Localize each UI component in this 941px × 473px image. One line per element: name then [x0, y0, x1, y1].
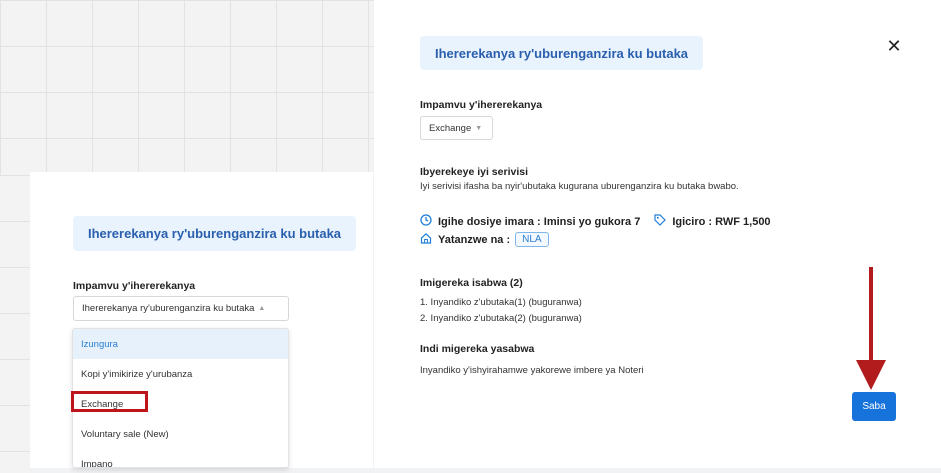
option-kopi[interactable]: Kopi y'imikirize y'urubanza	[73, 359, 288, 389]
approved-row: Yatanzwe na : NLA	[420, 232, 549, 247]
chevron-down-icon: ▼	[475, 124, 483, 132]
approved-label: Yatanzwe na :	[438, 233, 511, 246]
panel-title: Ihererekanya ry'uburenganzira ku butaka	[420, 36, 703, 70]
background-grid	[0, 0, 380, 175]
annotation-arrow-shaft	[869, 267, 873, 361]
reason-select-value: Exchange	[429, 122, 472, 134]
option-impano[interactable]: Impano	[73, 449, 288, 468]
annotation-arrow-icon	[856, 360, 886, 390]
price-text: Igiciro : RWF 1,500	[672, 215, 771, 228]
required-docs-label: Imigereka isabwa (2)	[420, 277, 523, 289]
description-label: Ibyerekeye iyi serivisi	[420, 166, 528, 178]
home-icon	[420, 232, 432, 247]
duration-text: Igihe dosiye imara : Iminsi yo gukora 7	[438, 215, 641, 228]
chevron-up-icon: ▲	[258, 305, 266, 312]
reason-label: Impamvu y'ihererekanya	[420, 99, 543, 111]
close-icon[interactable]: ✕	[884, 36, 904, 56]
other-docs-label: Indi migereka yasabwa	[420, 343, 535, 355]
submit-button[interactable]: Saba	[852, 392, 896, 421]
background-grid-left	[0, 175, 30, 473]
other-docs-text: Inyandiko y'ishyirahamwe yakorewe imbere…	[420, 365, 644, 376]
required-doc-item: 1. Inyandiko z'ubutaka(1) (buguranwa)	[420, 297, 582, 308]
reason-select[interactable]: Ihererekanya ry'uburenganzira ku butaka …	[73, 296, 289, 321]
required-doc-item: 2. Inyandiko z'ubutaka(2) (buguranwa)	[420, 313, 582, 324]
service-details-panel: Ihererekanya ry'uburenganzira ku butaka …	[374, 0, 941, 468]
tag-icon	[654, 214, 667, 229]
option-voluntary-sale[interactable]: Voluntary sale (New)	[73, 419, 288, 449]
duration-row: Igihe dosiye imara : Iminsi yo gukora 7 …	[420, 214, 771, 229]
option-izungura[interactable]: Izungura	[73, 329, 288, 359]
reason-select[interactable]: Exchange ▼	[420, 116, 493, 140]
reason-select-value: Ihererekanya ry'uburenganzira ku butaka	[82, 303, 255, 314]
reason-label: Impamvu y'ihererekanya	[73, 280, 196, 292]
clock-icon	[420, 214, 432, 229]
panel-title: Ihererekanya ry'uburenganzira ku butaka	[73, 216, 356, 251]
description-text: Iyi serivisi ifasha ba nyir'ubutaka kugu…	[420, 181, 739, 192]
annotation-highlight-box	[71, 391, 148, 412]
approved-badge: NLA	[515, 232, 549, 247]
reason-selection-panel: Ihererekanya ry'uburenganzira ku butaka …	[30, 172, 373, 468]
